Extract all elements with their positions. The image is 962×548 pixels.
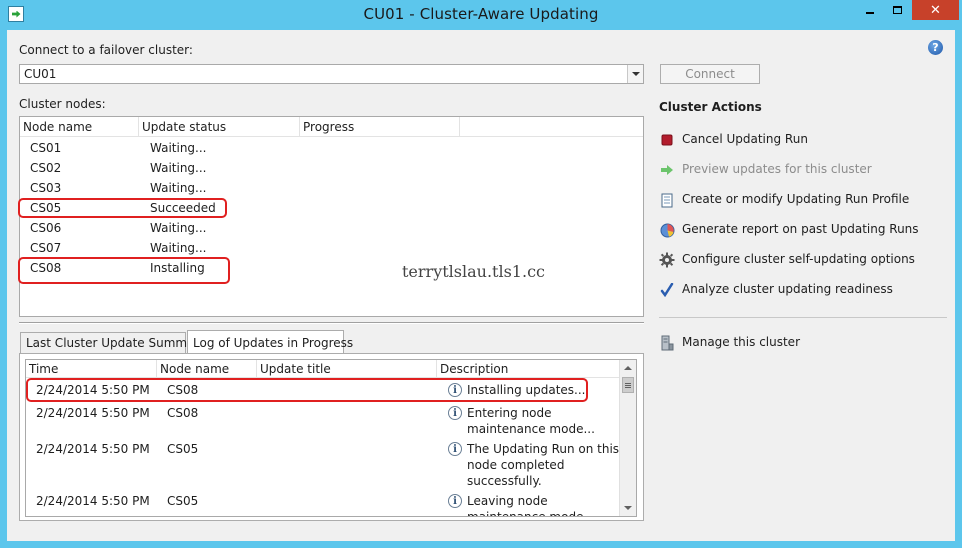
column-header-description[interactable]: Description xyxy=(437,360,619,378)
column-header-node-name[interactable]: Node name xyxy=(20,117,139,137)
node-name: CS03 xyxy=(30,181,62,195)
action-label: Analyze cluster updating readiness xyxy=(682,282,893,296)
node-name: CS01 xyxy=(30,141,62,155)
report-chart-icon xyxy=(659,222,675,238)
action-label: Create or modify Updating Run Profile xyxy=(682,192,910,206)
log-description: successfully. xyxy=(467,474,542,488)
actions-separator xyxy=(659,317,947,318)
log-description: The Updating Run on this xyxy=(467,442,620,456)
log-time: 2/24/2014 5:50 PM xyxy=(36,494,150,508)
node-status: Waiting... xyxy=(150,141,207,155)
log-description: maintenance mode... xyxy=(467,510,595,517)
node-row[interactable]: CS01 Waiting... xyxy=(20,138,643,158)
node-row[interactable]: CS06 Waiting... xyxy=(20,218,643,238)
cluster-actions-title: Cluster Actions xyxy=(659,100,762,114)
node-status: Waiting... xyxy=(150,181,207,195)
node-status: Waiting... xyxy=(150,221,207,235)
log-node: CS08 xyxy=(167,406,199,420)
chevron-down-icon[interactable] xyxy=(627,65,643,83)
column-header-progress[interactable]: Progress xyxy=(300,117,460,137)
main-window: ? Connect to a failover cluster: CU01 Co… xyxy=(7,30,955,541)
scroll-thumb[interactable] xyxy=(622,377,634,393)
column-header-update-status[interactable]: Update status xyxy=(139,117,300,137)
highlight-annotation xyxy=(18,257,230,284)
log-time: 2/24/2014 5:50 PM xyxy=(36,442,150,456)
node-status: Waiting... xyxy=(150,241,207,255)
update-log-grid[interactable]: Time Node name Update title Description … xyxy=(25,359,637,517)
cluster-nodes-header: Node name Update status Progress xyxy=(20,117,643,137)
highlight-annotation xyxy=(18,198,227,218)
log-description: node completed xyxy=(467,458,565,472)
watermark-text: terrytlslau.tls1.cc xyxy=(402,262,545,281)
profile-document-icon xyxy=(659,192,675,208)
log-node: CS05 xyxy=(167,494,199,508)
title-bar: CU01 - Cluster-Aware Updating ✕ xyxy=(0,0,962,30)
tab-log-of-updates-in-progress[interactable]: Log of Updates in Progress xyxy=(187,330,353,354)
checkmark-icon xyxy=(659,282,675,298)
vertical-scrollbar[interactable] xyxy=(619,360,636,516)
action-label: Preview updates for this cluster xyxy=(682,162,872,176)
column-header-empty xyxy=(460,117,644,137)
maximize-icon xyxy=(892,6,902,14)
log-time: 2/24/2014 5:50 PM xyxy=(36,406,150,420)
connect-button[interactable]: Connect xyxy=(660,64,760,84)
node-status: Waiting... xyxy=(150,161,207,175)
minimize-icon xyxy=(866,12,874,14)
highlight-annotation xyxy=(26,378,588,402)
action-label: Cancel Updating Run xyxy=(682,132,808,146)
log-description: Leaving node xyxy=(467,494,548,508)
minimize-button[interactable] xyxy=(857,0,883,20)
close-button[interactable]: ✕ xyxy=(912,0,959,20)
help-icon[interactable]: ? xyxy=(928,40,943,55)
tab-panel: Time Node name Update title Description … xyxy=(19,353,644,521)
tab-last-cluster-update-summary[interactable]: Last Cluster Update Summary xyxy=(20,332,206,354)
info-icon: i xyxy=(448,494,462,508)
window-title: CU01 - Cluster-Aware Updating xyxy=(363,5,599,23)
action-label: Generate report on past Updating Runs xyxy=(682,222,919,236)
info-icon: i xyxy=(448,406,462,420)
node-name: CS06 xyxy=(30,221,62,235)
scroll-down-icon[interactable] xyxy=(620,500,636,516)
stop-icon xyxy=(659,132,675,148)
arrow-right-icon xyxy=(659,162,675,178)
log-description: maintenance mode... xyxy=(467,422,595,436)
log-node: CS05 xyxy=(167,442,199,456)
gear-icon xyxy=(659,252,675,268)
close-icon: ✕ xyxy=(930,2,941,18)
scroll-up-icon[interactable] xyxy=(620,360,636,376)
pane-splitter[interactable] xyxy=(19,322,644,324)
cluster-nodes-label: Cluster nodes: xyxy=(19,97,106,111)
action-label: Configure cluster self-updating options xyxy=(682,252,915,266)
node-name: CS07 xyxy=(30,241,62,255)
cluster-combobox-value: CU01 xyxy=(24,67,57,81)
server-icon xyxy=(659,335,675,351)
column-header-update-title[interactable]: Update title xyxy=(257,360,437,378)
node-row[interactable]: CS02 Waiting... xyxy=(20,158,643,178)
info-icon: i xyxy=(448,442,462,456)
column-header-node-name[interactable]: Node name xyxy=(157,360,257,378)
log-description: Entering node xyxy=(467,406,552,420)
node-name: CS02 xyxy=(30,161,62,175)
node-row[interactable]: CS03 Waiting... xyxy=(20,178,643,198)
column-header-time[interactable]: Time xyxy=(26,360,157,378)
action-label: Manage this cluster xyxy=(682,335,801,349)
cluster-combobox[interactable]: CU01 xyxy=(19,64,644,84)
log-header: Time Node name Update title Description xyxy=(26,360,619,378)
maximize-button[interactable] xyxy=(884,0,910,20)
cluster-nodes-list[interactable]: Node name Update status Progress CS01 Wai… xyxy=(18,116,644,317)
node-row[interactable]: CS07 Waiting... xyxy=(20,238,643,258)
connect-label: Connect to a failover cluster: xyxy=(19,43,193,57)
